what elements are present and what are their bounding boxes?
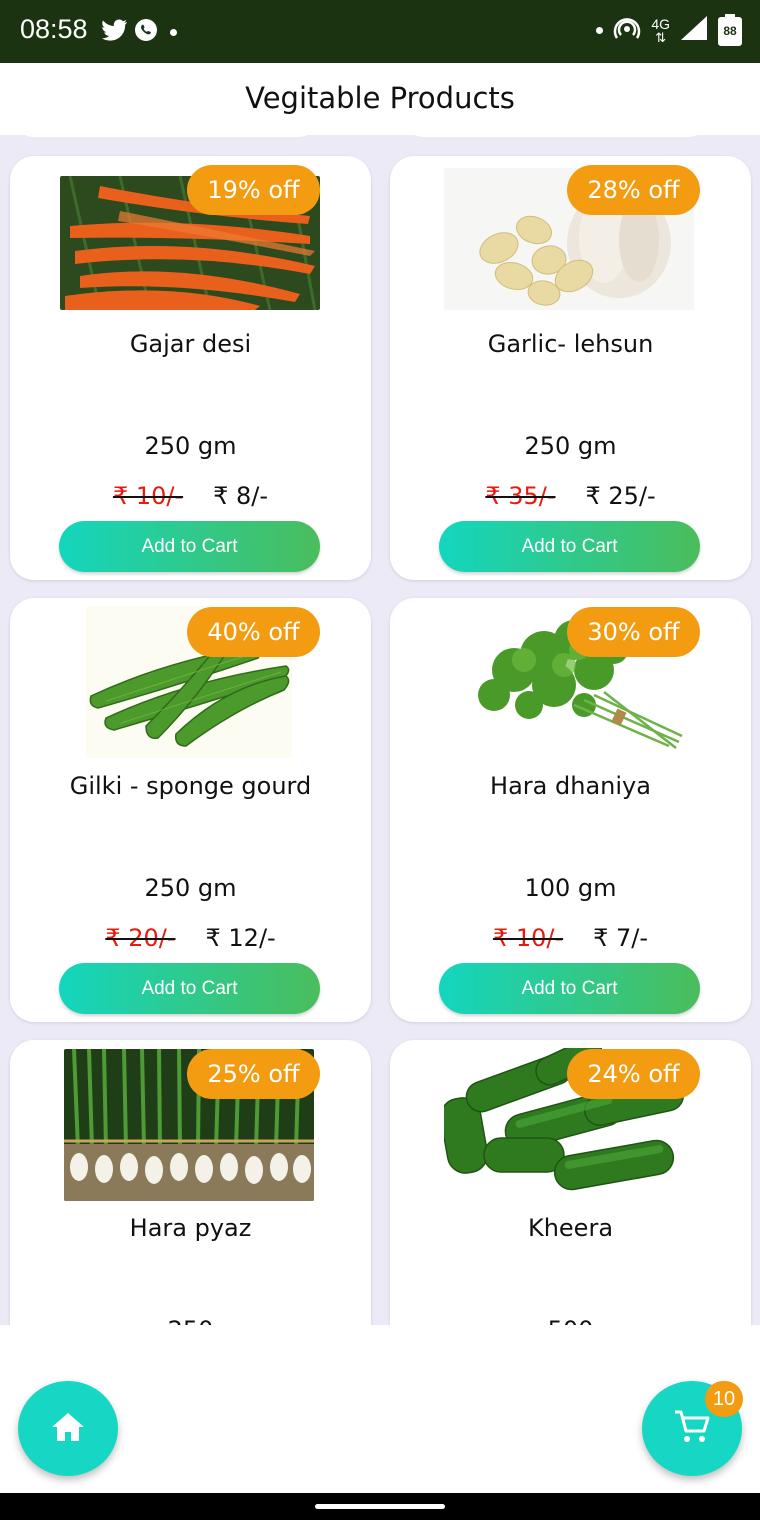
product-quantity: 250 gm	[144, 432, 237, 460]
original-price: ₹ 10/-	[492, 924, 564, 952]
product-card[interactable]: 25% off Hara pyaz 250	[10, 1040, 371, 1325]
price-row: ₹ 35/- ₹ 25/-	[390, 482, 751, 510]
status-time: 08:58	[20, 14, 88, 44]
battery-icon: 88	[718, 14, 742, 46]
status-bar: 08:58 4G ⇅ 88	[0, 0, 760, 63]
product-name: Kheera	[527, 1214, 614, 1242]
discount-badge: 30% off	[567, 607, 700, 657]
add-to-cart-button[interactable]: Add to Cart	[439, 521, 700, 572]
original-price: ₹ 20/-	[105, 924, 176, 952]
discount-badge: 19% off	[187, 165, 320, 215]
product-name: Hara dhaniya	[490, 772, 651, 800]
discounted-price: ₹ 12/-	[205, 924, 276, 952]
signal-4g-icon: 4G ⇅	[651, 15, 670, 45]
partial-card	[400, 135, 712, 137]
product-name: Hara pyaz	[129, 1214, 252, 1242]
discounted-price: ₹ 25/-	[585, 482, 656, 510]
product-card[interactable]: 30% off Hara dhaniya 100 gm ₹ 10/- ₹ 7/- …	[390, 598, 751, 1022]
discount-badge: 40% off	[187, 607, 320, 657]
original-price: ₹ 35/-	[485, 482, 556, 510]
product-card[interactable]: 40% off Gilki - sponge gourd 250 gm ₹ 20…	[10, 598, 371, 1022]
add-to-cart-button[interactable]: Add to Cart	[59, 521, 320, 572]
whatsapp-icon	[134, 18, 158, 46]
discounted-price: ₹ 7/-	[593, 924, 649, 952]
product-grid[interactable]: 19% off Gajar desi 250 gm ₹ 10/- ₹ 8/- Ad…	[0, 135, 760, 1325]
product-quantity: 250 gm	[524, 432, 617, 460]
discounted-price: ₹ 8/-	[213, 482, 269, 510]
home-button[interactable]	[18, 1381, 118, 1476]
home-icon	[50, 1411, 86, 1447]
product-quantity: 250	[10, 1316, 371, 1325]
product-card[interactable]: 24% off Kheera 500	[390, 1040, 751, 1325]
nav-gesture-handle[interactable]	[315, 1504, 445, 1509]
cart-count-badge: 10	[705, 1381, 743, 1417]
add-to-cart-button[interactable]: Add to Cart	[439, 963, 700, 1014]
partial-card	[10, 135, 322, 137]
system-nav-bar	[0, 1493, 760, 1520]
dot-icon	[170, 28, 177, 36]
discount-badge: 25% off	[187, 1049, 320, 1099]
original-price: ₹ 10/-	[112, 482, 184, 510]
page-title: Vegitable Products	[245, 81, 515, 115]
cart-icon	[673, 1409, 711, 1449]
product-name: Gilki - sponge gourd	[69, 772, 312, 800]
product-quantity: 100 gm	[524, 874, 617, 902]
add-to-cart-button[interactable]: Add to Cart	[59, 963, 320, 1014]
twitter-icon	[102, 19, 128, 45]
product-name: Garlic- lehsun	[487, 330, 654, 358]
price-row: ₹ 10/- ₹ 7/-	[390, 924, 751, 952]
price-row: ₹ 10/- ₹ 8/-	[10, 482, 371, 510]
price-row: ₹ 20/- ₹ 12/-	[10, 924, 371, 952]
discount-badge: 28% off	[567, 165, 700, 215]
app-header: Vegitable Products	[0, 63, 760, 135]
discount-badge: 24% off	[567, 1049, 700, 1099]
product-card[interactable]: 19% off Gajar desi 250 gm ₹ 10/- ₹ 8/- Ad…	[10, 156, 371, 580]
signal-bars-icon	[680, 15, 708, 45]
product-name: Gajar desi	[129, 330, 252, 358]
product-card[interactable]: 28% off Garlic- lehsun 250 gm ₹ 35/- ₹ 25…	[390, 156, 751, 580]
product-quantity: 500	[390, 1316, 751, 1325]
product-quantity: 250 gm	[144, 874, 237, 902]
dot-icon	[596, 26, 604, 34]
hotspot-icon	[613, 14, 641, 46]
